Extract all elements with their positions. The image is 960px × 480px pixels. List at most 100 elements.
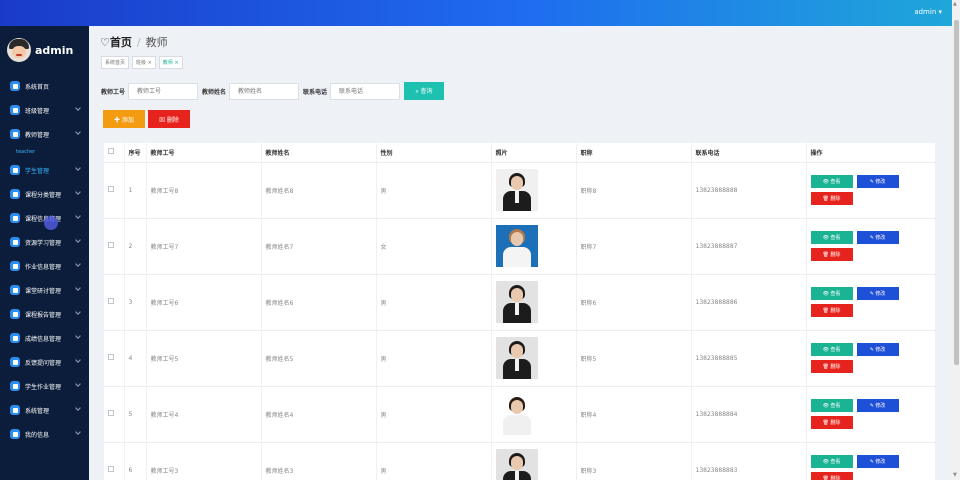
view-button[interactable]: 👁 查看 [810, 175, 853, 188]
view-button[interactable]: 👁 查看 [810, 343, 853, 356]
row-delete-button[interactable]: 🗑 删除 [810, 472, 853, 480]
menu-item-icon [10, 81, 20, 91]
edit-button[interactable]: ✎ 修改 [856, 455, 899, 468]
edit-button[interactable]: ✎ 修改 [856, 175, 899, 188]
chevron-down-icon [75, 129, 81, 135]
row-checkbox[interactable] [108, 466, 114, 472]
row-delete-button[interactable]: 🗑 删除 [810, 416, 853, 429]
sidebar-item-2[interactable]: 教师管理 [0, 122, 89, 146]
search-button[interactable]: ⌕ 查询 [404, 82, 445, 100]
cell-phone: 13823888884 [691, 386, 807, 443]
view-button[interactable]: 👁 查看 [810, 455, 853, 468]
add-button[interactable]: ✚ 添加 [103, 110, 145, 128]
action-bar: ✚ 添加 ⊠ 删除 [103, 110, 190, 128]
edit-button[interactable]: ✎ 修改 [856, 399, 899, 412]
cell-gender: 男 [376, 330, 492, 387]
user-menu[interactable]: admin ▾ [914, 8, 942, 16]
search-id-input[interactable] [128, 82, 199, 100]
edit-button[interactable]: ✎ 修改 [856, 343, 899, 356]
search-name-label: 教师姓名 [202, 88, 227, 96]
sidebar-item-5[interactable]: 课程分类管理 [0, 182, 89, 206]
menu-item-icon [10, 129, 20, 139]
tag-item[interactable]: 班级 × [132, 56, 156, 69]
cell-name: 教师姓名7 [261, 218, 377, 275]
cell-gender: 男 [376, 162, 492, 219]
menu-item-icon [10, 165, 20, 175]
menu-item-icon [10, 261, 20, 271]
view-button[interactable]: 👁 查看 [810, 287, 853, 300]
select-all-cell[interactable] [104, 143, 125, 163]
chevron-down-icon [75, 237, 81, 243]
view-button[interactable]: 👁 查看 [810, 399, 853, 412]
cell-phone: 13823888887 [691, 218, 807, 275]
row-select-cell[interactable] [104, 218, 125, 275]
table-row: 3 教师工号6 教师姓名6 男 职称6 13823888886 👁 查看 ✎ 修改 🗑 删除 [104, 274, 935, 331]
table-body: 1 教师工号8 教师姓名8 男职称8 13823888888 👁 查看 ✎ 修改 🗑 删除 2 教… [104, 162, 935, 480]
menu-item-icon [10, 213, 20, 223]
breadcrumb-home[interactable]: ♡首页 [100, 34, 132, 50]
edit-button[interactable]: ✎ 修改 [856, 287, 899, 300]
sidebar-item-3[interactable]: teacher [0, 146, 89, 158]
table-header: 序号 教师工号 教师姓名 性别 照片 职称 联系电话 操作 [104, 143, 935, 163]
sidebar-item-13[interactable]: 学生作业管理 [0, 374, 89, 398]
sidebar-item-8[interactable]: 作业信息管理 [0, 254, 89, 278]
sidebar-item-15[interactable]: 我的信息 [0, 422, 89, 446]
sidebar-item-10[interactable]: 课程报告管理 [0, 302, 89, 326]
row-checkbox[interactable] [108, 242, 114, 248]
sidebar-item-label: 作业信息管理 [25, 263, 62, 271]
scroll-up-arrow-icon[interactable]: ▲ [953, 1, 959, 7]
row-select-cell[interactable] [104, 162, 125, 219]
search-phone-label: 联系电话 [303, 88, 328, 96]
menu-item-icon [10, 357, 20, 367]
cell-phone: 13823888888 [691, 162, 807, 219]
cell-name: 教师姓名5 [261, 330, 377, 387]
menu-item-icon [10, 237, 20, 247]
tag-item[interactable]: 教师 × [158, 56, 183, 69]
cell-gender: 男 [376, 274, 492, 331]
view-button[interactable]: 👁 查看 [810, 231, 853, 244]
row-checkbox[interactable] [108, 186, 114, 192]
row-select-cell[interactable] [104, 274, 125, 331]
chevron-down-icon [75, 429, 81, 435]
delete-button[interactable]: ⊠ 删除 [148, 110, 190, 128]
photo-cell [491, 442, 577, 480]
chevron-down-icon [75, 189, 81, 195]
row-checkbox[interactable] [108, 298, 114, 304]
cell-gender: 男 [376, 386, 492, 443]
sidebar-item-14[interactable]: 系统管理 [0, 398, 89, 422]
sidebar-item-1[interactable]: 班级管理 [0, 98, 89, 122]
search-form: 教师工号 教师姓名 联系电话 ⌕ 查询 [101, 82, 445, 100]
select-all-checkbox[interactable] [108, 148, 114, 155]
cell-name: 教师姓名8 [261, 162, 377, 219]
sidebar-item-12[interactable]: 反馈提问管理 [0, 350, 89, 374]
edit-button[interactable]: ✎ 修改 [856, 231, 899, 244]
row-delete-button[interactable]: 🗑 删除 [810, 304, 853, 317]
search-phone-input[interactable] [330, 82, 401, 100]
sidebar-item-4[interactable]: 学生管理 [0, 158, 89, 182]
operations-cell: 👁 查看 ✎ 修改 🗑 删除 [806, 162, 935, 219]
sidebar-item-11[interactable]: 成绩信息管理 [0, 326, 89, 350]
sidebar-item-9[interactable]: 课堂研讨管理 [0, 278, 89, 302]
teacher-photo [495, 225, 538, 267]
row-delete-button[interactable]: 🗑 删除 [810, 360, 853, 373]
chevron-down-icon [75, 105, 81, 111]
row-checkbox[interactable] [108, 354, 114, 360]
tag-item[interactable]: 系统首页 [101, 56, 130, 69]
row-select-cell[interactable] [104, 386, 125, 443]
row-delete-button[interactable]: 🗑 删除 [810, 192, 853, 205]
sidebar-item-label: 资源学习管理 [25, 239, 62, 247]
scrollbar-thumb[interactable] [954, 20, 959, 365]
row-checkbox[interactable] [108, 410, 114, 416]
row-select-cell[interactable] [104, 330, 125, 387]
search-name-input[interactable] [229, 82, 300, 100]
sidebar-item-label: 系统管理 [25, 407, 50, 415]
sidebar-item-0[interactable]: 系统首页 [0, 74, 89, 98]
main-content: ♡首页 / 教师 系统首页班级 ×教师 × 教师工号 教师姓名 联系电话 ⌕ 查… [89, 26, 952, 480]
cell-index: 4 [124, 330, 147, 387]
row-select-cell[interactable] [104, 442, 125, 480]
row-delete-button[interactable]: 🗑 删除 [810, 248, 853, 261]
sidebar-item-7[interactable]: 资源学习管理 [0, 230, 89, 254]
scroll-down-arrow-icon[interactable]: ▼ [953, 472, 959, 478]
teacher-photo [495, 393, 538, 435]
cell-name: 教师姓名3 [261, 442, 377, 480]
